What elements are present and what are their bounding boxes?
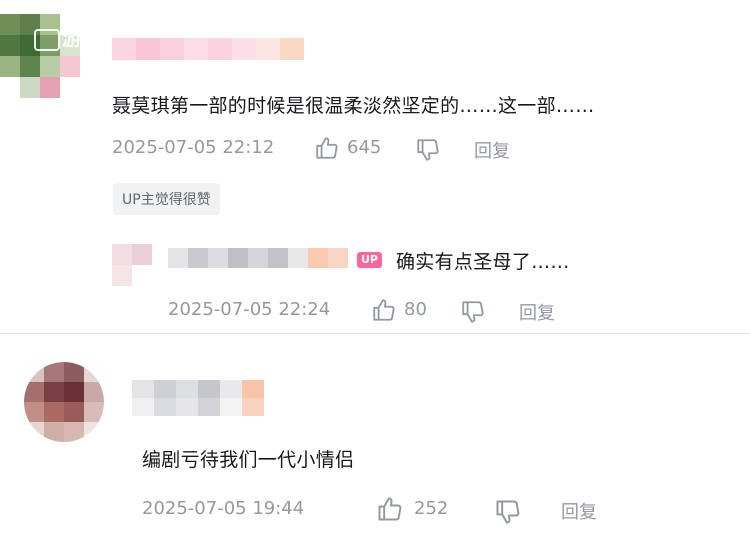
avatar[interactable]: [24, 362, 104, 442]
comment-text: 编剧亏待我们一代小情侣: [142, 449, 355, 471]
reply-reply-button[interactable]: 回复: [519, 299, 555, 325]
reply-text: 确实有点圣母了……: [396, 251, 570, 273]
reply-button[interactable]: 回复: [561, 498, 597, 524]
reply-username[interactable]: [168, 248, 348, 268]
watermark-logo: 游研社: [34, 22, 122, 51]
like-icon[interactable]: [314, 135, 340, 161]
logo-icon: [34, 28, 60, 51]
dislike-icon[interactable]: [415, 137, 441, 163]
username[interactable]: [112, 38, 304, 60]
divider: [0, 333, 750, 334]
reply-button[interactable]: 回复: [474, 137, 510, 163]
reply-time: 2025-07-05 22:24: [168, 299, 331, 320]
like-icon[interactable]: [376, 495, 404, 523]
up-badge: UP: [357, 252, 382, 268]
username[interactable]: [132, 380, 268, 416]
like-count: 645: [347, 137, 382, 158]
like-count: 252: [414, 498, 449, 519]
comment-text: 聂莫琪第一部的时候是很温柔淡然坚定的……这一部……: [112, 95, 595, 117]
comment-time: 2025-07-05 22:12: [112, 137, 275, 158]
reply-like-count: 80: [404, 299, 427, 320]
dislike-icon[interactable]: [494, 498, 522, 526]
up-liked-badge: UP主觉得很赞: [113, 183, 220, 215]
reply-avatar[interactable]: [112, 244, 152, 286]
like-icon[interactable]: [371, 297, 397, 323]
comment-time: 2025-07-05 19:44: [142, 498, 305, 519]
dislike-icon[interactable]: [460, 299, 486, 325]
